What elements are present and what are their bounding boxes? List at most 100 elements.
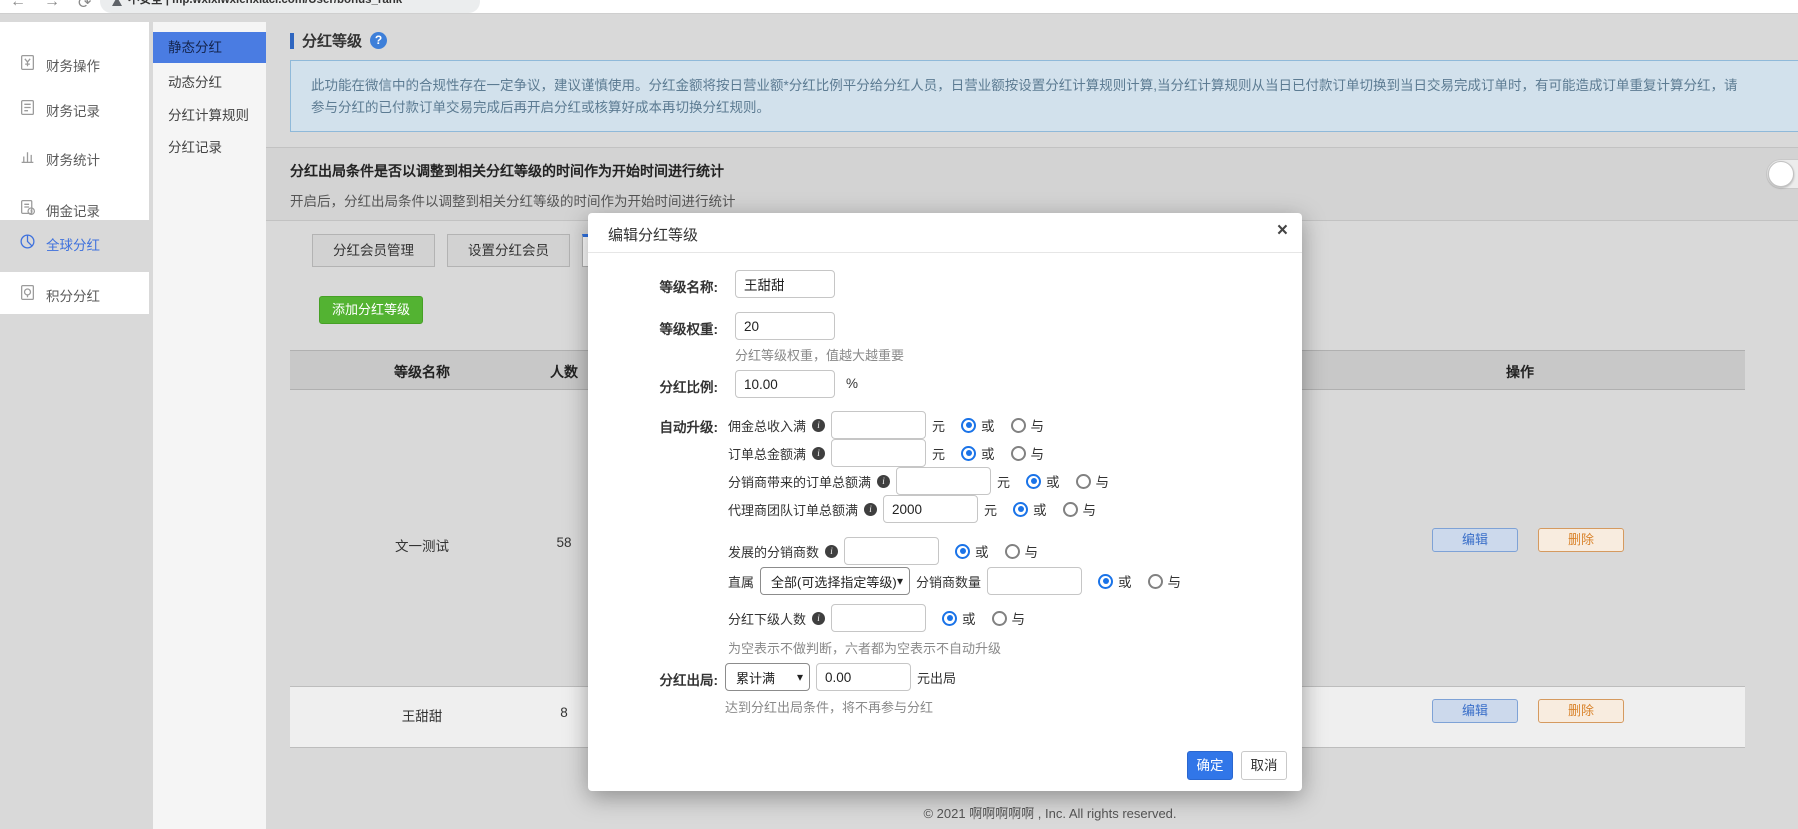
col-header-actions: 操作: [1475, 362, 1565, 382]
level-name-label: 等级名称:: [588, 276, 718, 296]
sidebar-item-label: 全球分红: [46, 234, 100, 254]
delete-button[interactable]: 删除: [1538, 699, 1624, 723]
edit-button[interactable]: 编辑: [1432, 699, 1518, 723]
select-value: 累计满: [736, 668, 775, 687]
radio-or[interactable]: [1098, 574, 1113, 589]
distributor-order-total-input[interactable]: [896, 467, 991, 495]
browser-bar: ← → ⟳ 不安全 | mp.wxixiwxienxiaci.com/User/…: [0, 0, 1798, 14]
chevron-down-icon: ▾: [797, 670, 803, 684]
radio-or[interactable]: [1026, 474, 1041, 489]
row-label: 佣金总收入满: [728, 416, 806, 435]
submenu-item-bonus-calc-rules[interactable]: 分红计算规则: [153, 104, 266, 124]
developed-distributor-count-input[interactable]: [844, 537, 939, 565]
info-icon[interactable]: i: [877, 475, 890, 488]
app-root: ← → ⟳ 不安全 | mp.wxixiwxienxiaci.com/User/…: [0, 0, 1798, 829]
commission-total-input[interactable]: [831, 411, 926, 439]
document-icon: [19, 99, 36, 116]
sidebar-item-label: 财务统计: [46, 149, 100, 169]
sidebar-item-label: 积分分红: [46, 285, 100, 305]
chevron-down-icon: ▾: [897, 574, 903, 588]
sidebar-item-label: 佣金记录: [46, 200, 100, 220]
sidebar-item-commission-records[interactable]: 佣金记录: [0, 199, 149, 217]
radio-and[interactable]: [1011, 418, 1026, 433]
radio-and-label: 与: [1096, 471, 1110, 491]
yuan-suffix: 元: [984, 500, 997, 519]
radio-or[interactable]: [942, 611, 957, 626]
stat-setting-panel: 分红出局条件是否以调整到相关分红等级的时间作为开始时间进行统计 开启后，分红出局…: [266, 147, 1798, 221]
info-icon[interactable]: i: [812, 612, 825, 625]
bonus-ratio-input[interactable]: [735, 370, 835, 398]
radio-or-label: 或: [962, 608, 976, 628]
confirm-button[interactable]: 确定: [1187, 751, 1233, 780]
radio-or[interactable]: [955, 544, 970, 559]
direct-level-select[interactable]: 全部(可选择指定等级) ▾: [760, 567, 910, 595]
submenu-item-bonus-records[interactable]: 分红记录: [153, 136, 266, 156]
delete-button[interactable]: 删除: [1538, 528, 1624, 552]
radio-or[interactable]: [961, 446, 976, 461]
radio-or[interactable]: [1013, 502, 1028, 517]
submenu-item-static-bonus[interactable]: 静态分红: [153, 32, 266, 63]
auto-upgrade-row-bonus-subordinates: 分红下级人数 i 或 与: [728, 604, 1025, 632]
radio-and[interactable]: [1011, 446, 1026, 461]
sidebar-item-finance-stats[interactable]: 财务统计: [0, 148, 149, 166]
radio-and-label: 与: [1083, 499, 1097, 519]
sidebar-item-global-bonus[interactable]: 全球分红: [0, 233, 149, 251]
copyright-footer: © 2021 啊啊啊啊啊 , Inc. All rights reserved.: [600, 803, 1500, 822]
edit-button[interactable]: 编辑: [1432, 528, 1518, 552]
submenu-item-dynamic-bonus[interactable]: 动态分红: [153, 71, 266, 91]
forward-icon[interactable]: →: [44, 0, 60, 11]
bonus-out-amount-input[interactable]: [816, 663, 911, 691]
radio-and[interactable]: [992, 611, 1007, 626]
auto-upgrade-row-agent-team-orders: 代理商团队订单总额满 i 元 或 与: [728, 495, 1096, 523]
info-icon[interactable]: i: [864, 503, 877, 516]
radio-and-label: 与: [1031, 415, 1045, 435]
cancel-button[interactable]: 取消: [1241, 751, 1287, 780]
info-icon[interactable]: i: [812, 447, 825, 460]
reload-icon[interactable]: ⟳: [78, 0, 91, 13]
radio-and-label: 与: [1031, 443, 1045, 463]
auto-upgrade-row-distributor-orders: 分销商带来的订单总额满 i 元 或 与: [728, 467, 1109, 495]
modal-header: 编辑分红等级 ×: [588, 213, 1302, 253]
order-total-input[interactable]: [831, 439, 926, 467]
radio-and[interactable]: [1063, 502, 1078, 517]
level-weight-input[interactable]: [735, 312, 835, 340]
bonus-subordinate-count-input[interactable]: [831, 604, 926, 632]
agent-team-order-total-input[interactable]: [883, 495, 978, 523]
add-bonus-level-button[interactable]: 添加分红等级: [319, 296, 423, 324]
help-icon[interactable]: ?: [370, 32, 387, 49]
info-icon[interactable]: i: [812, 419, 825, 432]
radio-and[interactable]: [1076, 474, 1091, 489]
level-name-input[interactable]: [735, 270, 835, 298]
yuan-suffix: 元: [932, 416, 945, 435]
page-title: 分红等级: [302, 30, 362, 51]
address-url[interactable]: 不安全 | mp.wxixiwxienxiaci.com/User/bonus_…: [128, 0, 402, 11]
radio-and[interactable]: [1148, 574, 1163, 589]
close-icon[interactable]: ×: [1277, 221, 1288, 241]
page-title-bar: 分红等级 ?: [290, 30, 387, 51]
sidebar-item-finance-records[interactable]: 财务记录: [0, 99, 149, 117]
tab-set-bonus-member[interactable]: 设置分红会员: [447, 234, 570, 267]
percent-suffix: %: [846, 376, 858, 391]
row-label: 分红下级人数: [728, 609, 806, 628]
radio-or-label: 或: [975, 541, 989, 561]
stat-toggle-switch[interactable]: [1766, 159, 1798, 189]
info-icon[interactable]: i: [825, 545, 838, 558]
weight-hint: 分红等级权重，值越大越重要: [735, 345, 904, 364]
bonus-out-row: 累计满 ▾ 元出局: [725, 663, 956, 691]
coin-document-icon: [19, 284, 36, 301]
radio-or-label: 或: [1118, 571, 1132, 591]
row-label: 发展的分销商数: [728, 542, 819, 561]
radio-and[interactable]: [1005, 544, 1020, 559]
tab-bonus-member-manage[interactable]: 分红会员管理: [312, 234, 435, 267]
sidebar-item-finance-ops[interactable]: 财务操作: [0, 54, 149, 72]
sidebar-item-points-bonus[interactable]: 积分分红: [0, 284, 149, 302]
direct-distributor-count-input[interactable]: [987, 567, 1082, 595]
radio-or[interactable]: [961, 418, 976, 433]
bonus-out-mode-select[interactable]: 累计满 ▾: [725, 663, 810, 691]
document-clock-icon: [19, 199, 36, 216]
pie-globe-icon: [19, 233, 36, 250]
auto-upgrade-row-commission: 佣金总收入满 i 元 或 与: [728, 411, 1044, 439]
back-icon[interactable]: ←: [10, 0, 26, 11]
address-bar[interactable]: 不安全 | mp.wxixiwxienxiaci.com/User/bonus_…: [100, 0, 480, 13]
auto-upgrade-row-developed-distributors: 发展的分销商数 i 或 与: [728, 537, 1038, 565]
